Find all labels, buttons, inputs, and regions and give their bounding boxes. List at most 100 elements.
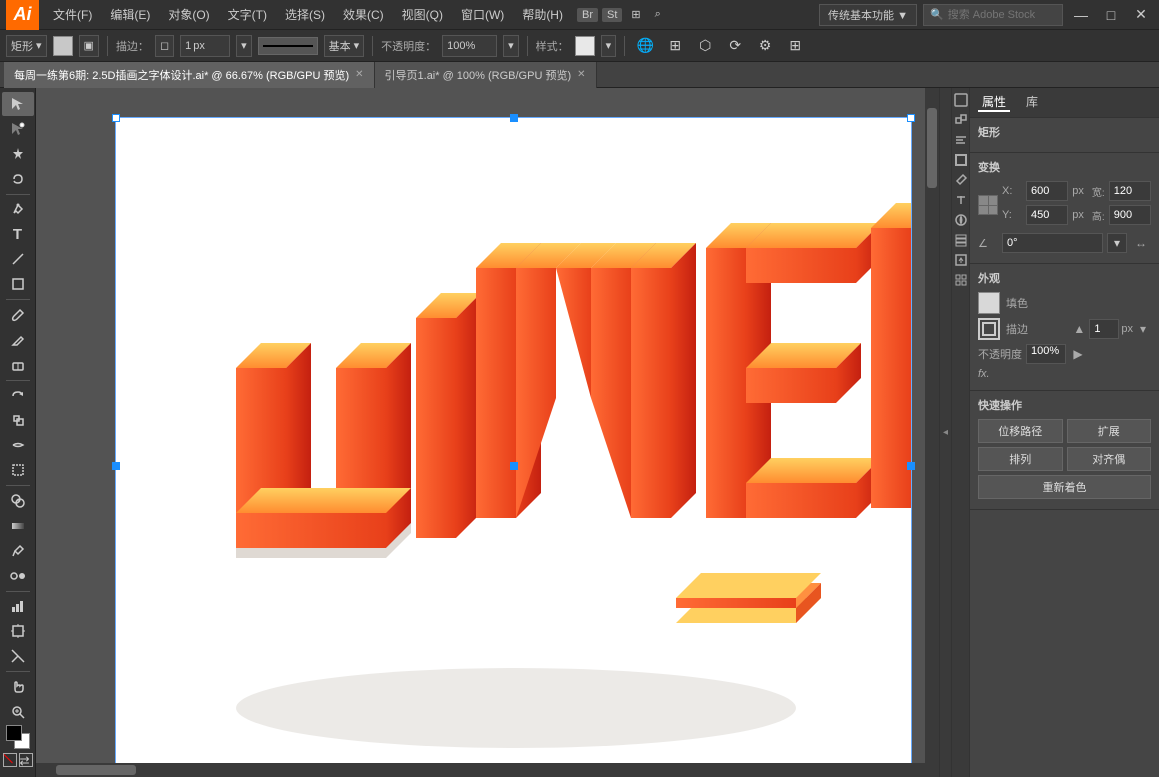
transform-icon[interactable]: ⟳ [723,34,747,58]
menu-select[interactable]: 选择(S) [277,0,333,30]
align-icon[interactable]: ⊞ [663,34,687,58]
grid-icon[interactable]: ⊞ [626,7,645,22]
stroke-width-input[interactable]: 1 px [180,35,230,57]
swap-colors-icon[interactable]: ⇄ [19,753,33,767]
blend-tool-btn[interactable] [2,564,34,588]
panel-icon-appearance[interactable] [953,92,969,108]
stock-icon[interactable]: St [602,8,622,22]
fill-color-swatch[interactable] [978,292,1000,314]
zoom-btn[interactable] [2,700,34,724]
rectangle-tool-btn[interactable] [2,272,34,296]
line-tool-btn[interactable] [2,247,34,271]
menu-edit[interactable]: 编辑(E) [102,0,158,30]
panel-icon-type[interactable] [953,192,969,208]
free-transform-btn[interactable] [2,458,34,482]
angle-value-display[interactable]: 0° [1002,233,1103,253]
panels-icon[interactable]: ⊞ [783,34,807,58]
expand-btn[interactable]: 扩展 [1067,419,1152,443]
opacity-appearance-value[interactable]: 100% [1026,344,1066,364]
tab-guide-file[interactable]: 引导页1.ai* @ 100% (RGB/GPU 预览) ✕ [375,62,597,88]
workspace-btn[interactable]: 传统基本功能 ▼ [819,4,917,26]
shape-builder-btn[interactable]: + [2,489,34,513]
handle-tc[interactable] [510,114,518,122]
warp-tool-btn[interactable] [2,433,34,457]
panel-icon-layers[interactable] [953,232,969,248]
recolor-icon[interactable]: 🌐 [633,34,657,58]
graph-btn[interactable] [2,595,34,619]
eraser-tool-btn[interactable] [2,353,34,377]
handle-center[interactable] [510,462,518,470]
align-even-btn[interactable]: 对齐偶 [1067,447,1152,471]
panel-tab-library[interactable]: 库 [1022,93,1042,112]
color-pair[interactable] [6,725,30,749]
panel-icon-stroke[interactable] [953,152,969,168]
menu-file[interactable]: 文件(F) [45,0,100,30]
angle-dropdown-btn[interactable]: ▾ [1107,233,1127,253]
shape-icon[interactable]: ⬡ [693,34,717,58]
stroke-box-icon[interactable] [978,318,1000,340]
hand-btn[interactable] [2,675,34,699]
magic-wand-btn[interactable] [2,142,34,166]
x-value-display[interactable]: 600 [1026,181,1068,201]
opacity-expand-btn[interactable]: ▶ [1070,346,1086,362]
shape-type-dropdown[interactable]: 矩形 ▾ [6,35,47,57]
stroke-style-dropdown[interactable]: 基本 ▾ [324,35,365,57]
panel-icon-brush[interactable] [953,172,969,188]
rotate-tool-btn[interactable] [2,384,34,408]
menu-text[interactable]: 文字(T) [220,0,275,30]
panel-tab-properties[interactable]: 属性 [978,93,1010,112]
tab-guide-close[interactable]: ✕ [577,69,585,80]
type-tool-btn[interactable]: T [2,222,34,246]
search-input[interactable] [948,9,1056,21]
flip-h-btn[interactable]: ↔ [1131,233,1151,253]
offset-path-btn[interactable]: 位移路径 [978,419,1063,443]
slice-btn[interactable] [2,644,34,668]
eyedropper-btn[interactable] [2,539,34,563]
fill-swatch[interactable] [53,36,73,56]
close-btn[interactable]: ✕ [1129,3,1153,27]
menu-effect[interactable]: 效果(C) [335,0,392,30]
selection-tool-btn[interactable] [2,92,34,116]
menu-window[interactable]: 窗口(W) [453,0,512,30]
pencil-tool-btn[interactable] [2,328,34,352]
handle-tr[interactable] [907,114,915,122]
handle-tl[interactable] [112,114,120,122]
y-value-display[interactable]: 450 [1026,205,1068,225]
panel-icon-export[interactable] [953,252,969,268]
arrange-btn[interactable]: 排列 [978,447,1063,471]
stroke-dropdown-btn[interactable]: ▾ [1135,321,1151,337]
menu-object[interactable]: 对象(O) [160,0,217,30]
scale-tool-btn[interactable] [2,408,34,432]
bridge-icon[interactable]: Br [577,8,598,22]
tab-main-file[interactable]: 每周一练第6期: 2.5D插画之字体设计.ai* @ 66.67% (RGB/G… [4,62,375,88]
stroke-value-up[interactable]: ▲ [1071,321,1087,337]
arrange-icon[interactable]: ⌕ [650,7,666,22]
direct-selection-btn[interactable] [2,117,34,141]
lasso-btn[interactable] [2,167,34,191]
fill-type-dropdown[interactable]: ▣ [79,35,99,57]
scroll-thumb-horizontal[interactable] [56,765,136,775]
gradient-tool-btn[interactable] [2,514,34,538]
handle-mr[interactable] [907,462,915,470]
panel-icon-align[interactable] [953,132,969,148]
stroke-appearance-value[interactable]: 1 [1089,319,1119,339]
brush-tool-btn[interactable] [2,303,34,327]
pen-tool-btn[interactable] [2,197,34,221]
style-dropdown[interactable]: ▾ [601,35,617,57]
panel-collapse-btn[interactable]: ◂ [939,88,951,777]
scroll-thumb-vertical[interactable] [927,108,937,188]
stroke-color-dropdown[interactable]: ◻ [155,35,174,57]
panel-icon-extra[interactable] [953,272,969,288]
handle-ml[interactable] [112,462,120,470]
maximize-btn[interactable]: □ [1099,3,1123,27]
stroke-unit-dropdown[interactable]: ▾ [236,35,252,57]
canvas-area[interactable]: ⊕ [36,88,939,777]
menu-help[interactable]: 帮助(H) [514,0,571,30]
extra-icon[interactable]: ⚙ [753,34,777,58]
height-value-display[interactable]: 900 [1109,205,1151,225]
width-value-display[interactable]: 120 [1109,181,1151,201]
minimize-btn[interactable]: — [1069,3,1093,27]
horizontal-scrollbar[interactable] [36,763,925,777]
panel-icon-transform[interactable] [953,112,969,128]
recolor-btn[interactable]: 重新着色 [978,475,1151,499]
